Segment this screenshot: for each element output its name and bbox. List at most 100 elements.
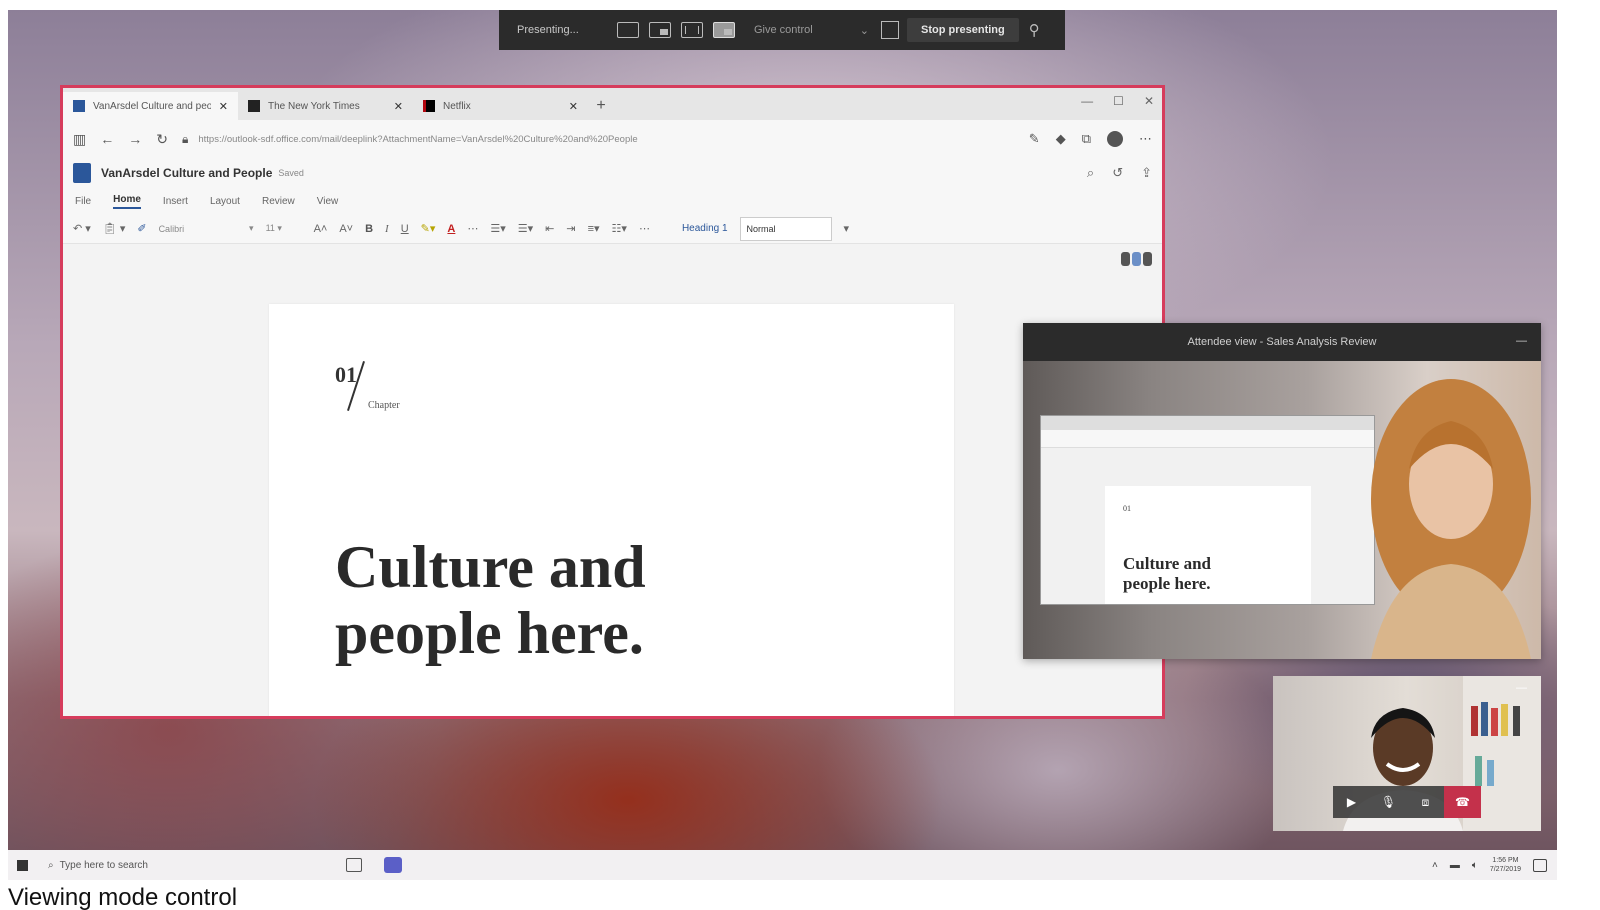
formatting-ribbon: ↶ ▾ 📋︎ ▾ ✐ Calibri ▾ 11 ▾ A˄ A˅ B I U ✎▾… [63,214,1162,244]
close-tab-icon[interactable]: ✕ [219,100,228,113]
caption-text: Viewing mode control [8,884,238,910]
shrink-font-icon[interactable]: A˅ [339,223,353,235]
new-tab-button[interactable]: + [588,92,614,120]
close-tab-icon[interactable]: ✕ [569,100,578,113]
tab-view[interactable]: View [317,196,339,207]
format-painter-icon[interactable]: ✐ [137,222,146,235]
tab-review[interactable]: Review [262,196,295,207]
stop-presenting-button[interactable]: Stop presenting [907,18,1019,42]
underline-icon[interactable]: U [401,223,409,235]
microphone-icon[interactable]: 🎙︎ [1370,786,1407,818]
back-icon[interactable]: ← [100,131,114,147]
include-audio-icon[interactable] [881,21,899,39]
chevron-down-icon: ▾ [249,223,254,233]
chapter-number: 01 [335,362,357,387]
decrease-indent-icon[interactable]: ⇤ [545,222,554,235]
font-size-select[interactable]: 11 ▾ [266,223,302,234]
tab-file[interactable]: File [75,196,91,207]
bullets-icon[interactable]: ☰▾ [490,222,505,235]
font-color-icon[interactable]: A [447,223,455,235]
forward-icon[interactable]: → [128,131,142,147]
layout-side-by-side-icon[interactable] [681,22,703,38]
font-name-select[interactable]: Calibri ▾ [159,219,254,239]
collections-icon[interactable]: ⧉ [1082,131,1091,147]
hang-up-icon[interactable]: ☎︎ [1444,786,1481,818]
refresh-icon[interactable]: ↻ [156,131,168,148]
camera-icon[interactable]: ▶ [1333,786,1370,818]
self-view-window[interactable]: — ▶ 🎙︎ ⧈ ☎︎ [1273,676,1541,831]
heading-line-1: Culture and [335,534,646,600]
tab-vanarsdel[interactable]: VanArsdel Culture and peo... ✕ [63,92,238,120]
tab-strip: VanArsdel Culture and peo... ✕ The New Y… [63,88,1162,120]
document-canvas: 01 Chapter Culture and people here. [63,244,1162,716]
history-icon[interactable]: ↺ [1112,165,1123,181]
ribbon-menu-tabs: File Home Insert Layout Review View [63,188,1162,214]
italic-icon[interactable]: I [385,223,389,235]
style-heading-1[interactable]: Heading 1 [682,223,728,234]
search-icon[interactable]: ⌕ [1087,165,1094,181]
share-icon[interactable]: ⇪ [1141,165,1152,181]
more-icon[interactable]: ⋯ [1139,131,1152,147]
teams-icon[interactable] [384,857,402,873]
increase-indent-icon[interactable]: ⇥ [566,222,575,235]
shared-browser-window: VanArsdel Culture and peo... ✕ The New Y… [60,85,1165,719]
battery-icon[interactable]: ▬ [1450,860,1460,871]
tab-netflix[interactable]: Netflix ✕ [413,92,588,120]
url-field[interactable]: 🔒︎ https://outlook-sdf.office.com/mail/d… [182,127,1015,151]
collaborators[interactable] [1121,252,1152,266]
styles-dropdown-icon[interactable]: ▾ [844,222,850,235]
tabs-menu-icon[interactable]: ▥ [73,131,86,148]
give-control-label: Give control [754,24,813,36]
minimize-icon[interactable]: — [1516,682,1527,694]
document-title[interactable]: VanArsdel Culture and People [101,166,272,180]
tab-home[interactable]: Home [113,194,141,209]
align-icon[interactable]: ≡▾ [588,222,600,235]
more-icon[interactable]: ⋯ [467,222,478,235]
task-view-icon[interactable] [346,858,362,872]
highlight-icon[interactable]: ✎▾ [421,222,436,235]
chevron-up-icon[interactable]: ˄ [1432,860,1438,871]
layout-content-only-icon[interactable] [617,22,639,38]
attendee-view-window[interactable]: Attendee view - Sales Analysis Review — … [1023,323,1541,659]
minimize-icon[interactable]: — [1516,335,1527,347]
give-control-dropdown[interactable]: Give control ⌄ [754,24,869,37]
minimize-icon[interactable]: — [1081,94,1093,108]
more-icon[interactable]: ⋯ [639,222,650,235]
start-button[interactable] [8,859,36,871]
windows-icon [16,859,28,871]
style-normal[interactable]: Normal [739,216,832,241]
notifications-icon[interactable] [1533,858,1547,872]
presenting-status: Presenting... [517,24,579,36]
close-window-icon[interactable]: ✕ [1144,94,1154,108]
maximize-icon[interactable]: ☐ [1113,94,1124,108]
document-page[interactable]: 01 Chapter Culture and people here. [269,304,954,716]
profile-avatar[interactable] [1107,131,1123,147]
presenting-toolbar: Presenting... Give control ⌄ Stop presen… [499,10,1065,50]
url-text: https://outlook-sdf.office.com/mail/deep… [198,133,638,145]
grow-font-icon[interactable]: A˄ [314,223,328,235]
clock-date: 7/27/2019 [1489,866,1521,873]
pin-icon[interactable]: ⚲ [1029,21,1040,39]
spacing-icon[interactable]: ☷▾ [612,222,627,235]
clock[interactable]: 1:56 PM 7/27/2019 [1490,856,1521,874]
bold-icon[interactable]: B [365,223,373,235]
attendee-video-area: 01 Culture and people here. [1023,361,1541,659]
tab-title: Netflix [443,100,471,112]
tab-nytimes[interactable]: The New York Times ✕ [238,92,413,120]
undo-icon[interactable]: ↶ ▾ [73,222,91,235]
volume-icon[interactable]: 🔈︎ [1472,860,1478,871]
layout-standout-icon[interactable] [649,22,671,38]
taskbar-search[interactable]: ⌕ Type here to search [36,860,306,871]
presenter-video [1371,379,1531,659]
numbering-icon[interactable]: ☰▾ [518,222,533,235]
layout-reporter-icon[interactable] [713,22,735,38]
extensions-icon[interactable]: ◆ [1056,131,1066,147]
share-screen-icon[interactable]: ⧈ [1407,786,1444,818]
favorite-star-icon[interactable]: ✎ [1029,131,1040,147]
tab-insert[interactable]: Insert [163,196,188,207]
close-tab-icon[interactable]: ✕ [394,100,403,113]
paste-icon[interactable]: 📋︎ ▾ [103,222,126,235]
preview-heading-line-2: people here. [1123,574,1211,593]
attendee-view-title: Attendee view - Sales Analysis Review [1187,336,1377,348]
tab-layout[interactable]: Layout [210,196,240,207]
